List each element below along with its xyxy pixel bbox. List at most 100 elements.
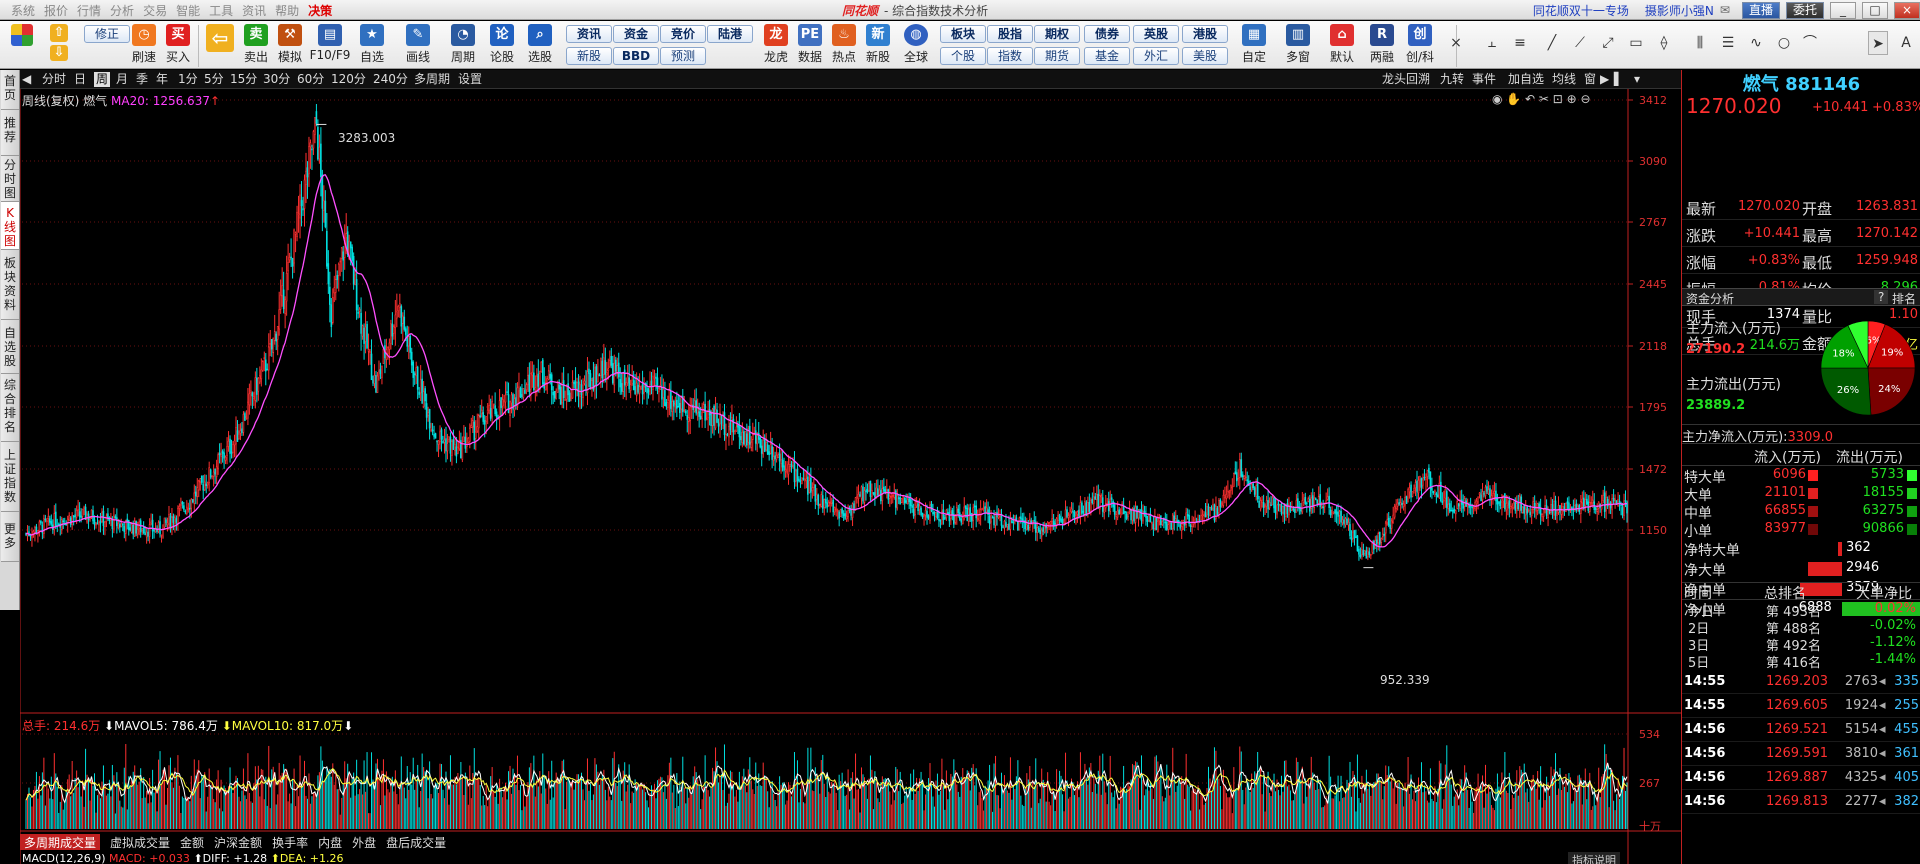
- parallel-line-icon[interactable]: ⫠: [1482, 31, 1502, 55]
- tab-hs-amount[interactable]: 沪深金额: [214, 834, 262, 850]
- tool-draw[interactable]: ✎ 画线: [398, 24, 438, 68]
- fan-icon[interactable]: ⟠: [1654, 31, 1674, 55]
- tool-multi-window[interactable]: ▥ 多窗: [1278, 24, 1318, 68]
- live-button[interactable]: 直播: [1741, 1, 1780, 19]
- user-link[interactable]: 摄影师小强N: [1645, 2, 1714, 19]
- pill-hk-connect[interactable]: 陆港: [707, 25, 753, 43]
- menu-news[interactable]: 资讯: [239, 2, 272, 19]
- close-button[interactable]: ×: [1894, 1, 1920, 19]
- kline-chart[interactable]: 34123090276724452118179514721150534267十万: [20, 89, 1682, 864]
- wave-icon[interactable]: ∿: [1746, 31, 1766, 55]
- tab-sector-info[interactable]: 板块资料: [1, 250, 19, 320]
- tool-forum[interactable]: 论论股: [482, 24, 522, 68]
- rectangle-icon[interactable]: ▭: [1626, 31, 1646, 55]
- pill-options[interactable]: 期权: [1034, 25, 1080, 43]
- tab-amount[interactable]: 金额: [180, 834, 204, 850]
- capital-rank-button[interactable]: 排名: [1892, 290, 1916, 307]
- tab-kline[interactable]: K线图: [1, 202, 19, 250]
- tool-watchlist[interactable]: ★ 自选: [352, 24, 392, 68]
- period-settings[interactable]: 设置: [458, 72, 482, 87]
- pill-bonds[interactable]: 债券: [1084, 25, 1130, 43]
- tab-after-hours[interactable]: 盘后成交量: [386, 834, 446, 850]
- tool-back[interactable]: ⇦: [200, 24, 240, 68]
- ma-button[interactable]: 均线: [1552, 72, 1576, 87]
- tool-period[interactable]: ◔ 周期: [443, 24, 483, 68]
- tool-margin[interactable]: R 两融: [1362, 24, 1402, 68]
- menu-help[interactable]: 帮助: [272, 2, 305, 19]
- period-month[interactable]: 月: [116, 72, 128, 87]
- layout-icon[interactable]: [4, 24, 40, 68]
- nine-turn-button[interactable]: 九转: [1440, 72, 1464, 87]
- menu-smart[interactable]: 智能: [173, 2, 206, 19]
- period-240min[interactable]: 240分: [373, 72, 408, 87]
- arrow-down-icon[interactable]: ⇩: [48, 45, 70, 65]
- period-quarter[interactable]: 季: [136, 72, 148, 87]
- order-button[interactable]: 委托: [1785, 1, 1824, 19]
- period-5min[interactable]: 5分: [204, 72, 224, 87]
- tab-outer[interactable]: 外盘: [352, 834, 376, 850]
- period-15min[interactable]: 15分: [230, 72, 257, 87]
- tool-default[interactable]: ⌂ 默认: [1322, 24, 1362, 68]
- menu-quote[interactable]: 报价: [41, 2, 74, 19]
- tick-row[interactable]: 14:56 1269.887 4325 ◂ 405: [1682, 766, 1920, 790]
- pill-auction[interactable]: 竞价: [660, 25, 706, 43]
- text-tool-icon[interactable]: A: [1896, 31, 1916, 55]
- pill-uk-stocks[interactable]: 英股: [1133, 25, 1179, 43]
- pill-forecast[interactable]: 预测: [660, 47, 706, 65]
- gann-icon[interactable]: ⫼: [1690, 31, 1710, 55]
- menu-market[interactable]: 行情: [74, 2, 107, 19]
- pill-new-report[interactable]: 新股: [566, 47, 612, 65]
- menu-trade[interactable]: 交易: [140, 2, 173, 19]
- add-watchlist-button[interactable]: 加自选: [1508, 72, 1544, 87]
- pill-sector[interactable]: 板块: [940, 25, 986, 43]
- flag-icon[interactable]: ▶▐: [1600, 72, 1618, 87]
- tool-simulate[interactable]: ⚒ 模拟: [270, 24, 310, 68]
- pill-funds[interactable]: 基金: [1084, 47, 1130, 65]
- line-icon[interactable]: ╱: [1542, 31, 1562, 55]
- tab-more[interactable]: 更多: [1, 512, 19, 562]
- pill-index-futures[interactable]: 股指: [987, 25, 1033, 43]
- minimize-button[interactable]: _: [1830, 1, 1856, 19]
- period-week[interactable]: 周: [94, 72, 111, 87]
- pill-forex[interactable]: 外汇: [1133, 47, 1179, 65]
- arc-icon[interactable]: ⌒: [1800, 31, 1820, 55]
- period-year[interactable]: 年: [156, 72, 168, 87]
- pill-stocks[interactable]: 个股: [940, 47, 986, 65]
- tick-row[interactable]: 14:55 1269.203 2763 ◂ 335: [1682, 670, 1920, 694]
- menu-system[interactable]: 系统: [8, 2, 41, 19]
- tab-recommend[interactable]: 推荐: [1, 110, 19, 156]
- period-1min[interactable]: 1分: [178, 72, 198, 87]
- tab-inner[interactable]: 内盘: [318, 834, 342, 850]
- maximize-button[interactable]: □: [1862, 1, 1888, 19]
- period-30min[interactable]: 30分: [263, 72, 290, 87]
- tab-home[interactable]: 首页: [1, 70, 19, 110]
- tool-f10[interactable]: ▤ F10/F9: [307, 24, 353, 68]
- events-button[interactable]: 事件: [1472, 72, 1496, 87]
- period-120min[interactable]: 120分: [331, 72, 366, 87]
- chart-controls[interactable]: ◉ ✋ ↶ ✂ ⊡ ⊕ ⊖: [1492, 92, 1591, 106]
- pill-capital[interactable]: 资金: [613, 25, 659, 43]
- toolbar-close-icon[interactable]: ×: [1446, 31, 1466, 55]
- pill-us-stocks[interactable]: 美股: [1182, 47, 1228, 65]
- tab-virtual-volume[interactable]: 虚拟成交量: [110, 834, 170, 850]
- pill-hk-stocks[interactable]: 港股: [1182, 25, 1228, 43]
- channel-icon[interactable]: ≡: [1510, 31, 1530, 55]
- pill-index[interactable]: 指数: [987, 47, 1033, 65]
- tab-sh-index[interactable]: 上证指数: [1, 442, 19, 512]
- mail-icon[interactable]: ✉: [1720, 3, 1730, 17]
- capital-help-button[interactable]: ?: [1874, 290, 1889, 304]
- tool-buy[interactable]: 买买入: [158, 24, 198, 68]
- period-arrow-icon[interactable]: ◀: [22, 72, 31, 87]
- tab-ranking[interactable]: 综合排名: [1, 374, 19, 442]
- tool-global[interactable]: ◍ 全球: [896, 24, 936, 68]
- tab-watchlist[interactable]: 自选股: [1, 320, 19, 374]
- window-button[interactable]: 窗: [1584, 72, 1596, 87]
- tool-select-stock[interactable]: ⌕ 选股: [520, 24, 560, 68]
- pill-news[interactable]: 资讯: [566, 25, 612, 43]
- tab-multi-period-volume[interactable]: 多周期成交量: [20, 834, 101, 850]
- menu-analysis[interactable]: 分析: [107, 2, 140, 19]
- tick-row[interactable]: 14:56 1269.813 2277 ◂ 382: [1682, 790, 1920, 814]
- period-60min[interactable]: 60分: [297, 72, 324, 87]
- pill-futures[interactable]: 期货: [1034, 47, 1080, 65]
- tool-ipo[interactable]: 新新股: [858, 24, 898, 68]
